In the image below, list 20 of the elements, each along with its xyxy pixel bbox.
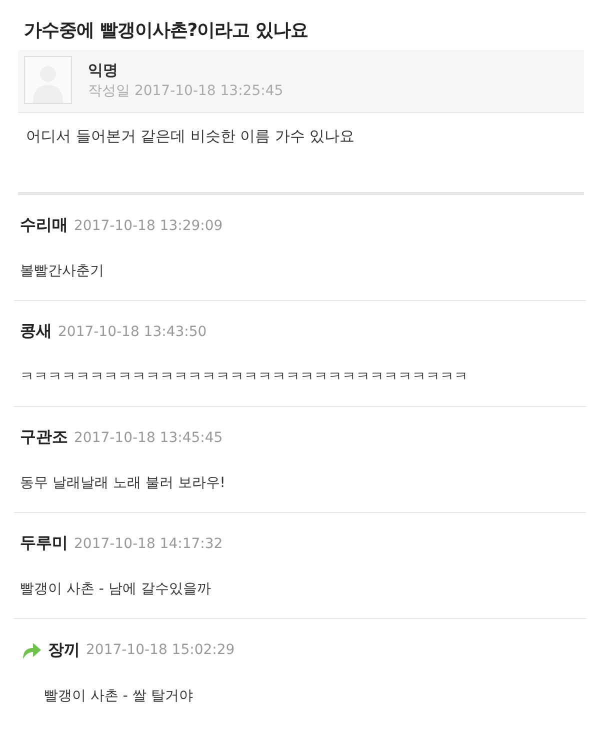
- comment-text: 빨갱이 사촌 - 남에 갈수있을까: [20, 580, 212, 598]
- comment-date: 2017-10-18 15:02:29: [86, 642, 235, 658]
- post-body: 어디서 들어본거 같은데 비슷한 이름 가수 있나요: [18, 113, 584, 195]
- comment-text: 볼빨간사춘기: [20, 262, 105, 280]
- comment-text: ㅋㅋㅋㅋㅋㅋㅋㅋㅋㅋㅋㅋㅋㅋㅋㅋㅋㅋㅋㅋㅋㅋㅋㅋㅋㅋㅋㅋㅋㅋㅋㅋ: [20, 368, 469, 386]
- commenter-name: 장끼: [48, 640, 80, 660]
- comment-date: 2017-10-18 13:45:45: [74, 430, 223, 446]
- comment-date: 2017-10-18 13:29:09: [74, 218, 223, 234]
- comment-text: 빨갱이 사촌 - 쌀 탈거야: [43, 687, 194, 705]
- commenter-name: 두루미: [20, 533, 68, 554]
- post-title: 가수중에 빨갱이사촌?이라고 있나요: [23, 19, 309, 43]
- post-date: 작성일 2017-10-18 13:25:45: [88, 82, 284, 100]
- comment-date: 2017-10-18 13:43:50: [58, 324, 207, 340]
- avatar-icon: [24, 56, 72, 104]
- comment-text: 동무 날래날래 노래 불러 보라우!: [20, 474, 226, 492]
- commenter-name: 콩새: [20, 321, 52, 342]
- comment-date: 2017-10-18 14:17:32: [74, 536, 223, 552]
- commenter-name: 수리매: [20, 215, 68, 236]
- commenter-name: 구관조: [20, 427, 68, 448]
- author-name: 익명: [88, 60, 119, 80]
